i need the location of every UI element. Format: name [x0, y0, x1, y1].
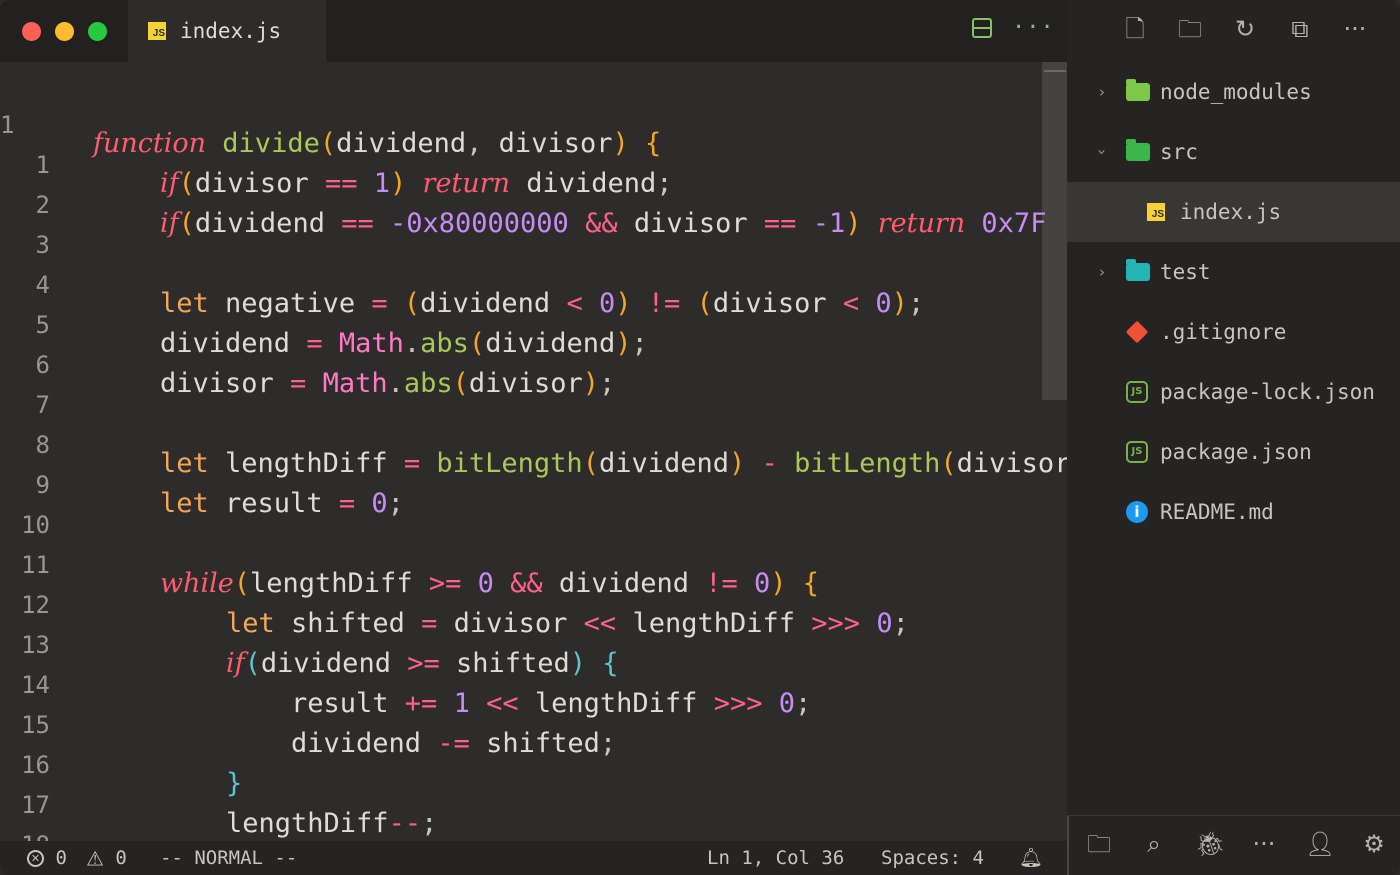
explorer-sidebar: 🗋︎ 🗀︎ ↻ ⧉ ··· › node_modules › src JS in… — [1067, 0, 1400, 875]
new-file-icon[interactable]: 🗋︎ — [1122, 16, 1148, 42]
js-file-icon: JS — [1147, 203, 1165, 221]
code-line[interactable]: 7 — [0, 366, 1067, 419]
tab-label: index.js — [180, 19, 282, 43]
divider — [1067, 816, 1069, 875]
tree-item-test[interactable]: › test — [1067, 242, 1400, 302]
account-icon[interactable]: 👤︎ — [1305, 830, 1335, 858]
explorer-toolbar: 🗋︎ 🗀︎ ↻ ⧉ ··· — [1122, 16, 1368, 42]
code-line[interactable]: 5 dividend = Math.abs(dividend); — [0, 286, 1067, 359]
tab-index-js[interactable]: JS index.js — [128, 0, 326, 62]
tree-item-label: package-lock.json — [1160, 380, 1375, 404]
minimize-window-button[interactable] — [55, 22, 74, 41]
tree-item-node-modules[interactable]: › node_modules — [1067, 62, 1400, 122]
tree-item-gitignore[interactable]: .gitignore — [1067, 302, 1400, 362]
tree-item-index-js[interactable]: JS index.js — [1067, 182, 1400, 242]
tree-item-label: index.js — [1180, 200, 1282, 224]
code-line[interactable]: 12 let shifted = divisor << lengthDiff >… — [0, 566, 1067, 639]
collapse-all-icon[interactable]: ⧉ — [1287, 16, 1313, 42]
warning-icon: ⚠ — [86, 846, 104, 871]
warning-count: 0 — [115, 847, 127, 869]
status-bar: ✕ 0 ⚠ 0 -- NORMAL -- Ln 1, Col 36 Spaces… — [0, 841, 1067, 875]
folder-icon — [1126, 259, 1150, 281]
refresh-icon[interactable]: ↻ — [1232, 16, 1258, 42]
tree-item-label: src — [1160, 140, 1198, 164]
errors-indicator[interactable]: ✕ 0 — [27, 841, 67, 875]
editor-window: JS index.js ··· 1 function divide(divide… — [0, 0, 1400, 875]
more-actions-icon[interactable]: ··· — [1012, 17, 1055, 39]
tree-item-readme[interactable]: i README.md — [1067, 482, 1400, 542]
nodejs-icon: JS — [1126, 441, 1148, 463]
tree-item-label: .gitignore — [1160, 320, 1287, 344]
maximize-window-button[interactable] — [88, 22, 107, 41]
js-file-icon: JS — [148, 22, 166, 40]
more-icon[interactable]: ··· — [1342, 16, 1368, 42]
tree-item-package-lock[interactable]: JS package-lock.json — [1067, 362, 1400, 422]
search-icon[interactable]: ⌕ — [1140, 830, 1168, 858]
git-icon — [1125, 320, 1149, 344]
nodejs-icon: JS — [1126, 381, 1148, 403]
code-line[interactable]: 13 if(dividend >= shifted) { — [0, 606, 1067, 679]
code-line[interactable]: 9 let result = 0; — [0, 446, 1067, 519]
bell-icon[interactable]: 🔔︎ — [1019, 841, 1043, 875]
code-line[interactable]: 4 let negative = (dividend < 0) != (divi… — [0, 246, 1067, 319]
activity-bar: 🗀︎ ⌕ 🐞︎ ··· 👤︎ ⚙︎ — [1067, 815, 1400, 875]
settings-sliders-icon[interactable]: ⚙︎ — [1360, 830, 1388, 858]
title-bar: JS index.js ··· — [0, 0, 1067, 62]
tree-item-src[interactable]: › src — [1067, 122, 1400, 182]
indentation-setting[interactable]: Spaces: 4 — [881, 841, 984, 875]
code-line[interactable]: 14 result += 1 << lengthDiff >>> 0; — [0, 646, 1067, 719]
code-line[interactable]: 10 — [0, 486, 1067, 539]
editor-actions: ··· — [972, 17, 1055, 39]
debug-icon[interactable]: 🐞︎ — [1195, 830, 1225, 858]
code-editor[interactable]: 1 function divide(dividend, divisor) { 1… — [0, 62, 1067, 841]
code-line[interactable]: 16 } — [0, 726, 1067, 799]
code-line[interactable]: 6 divisor = Math.abs(divisor); — [0, 326, 1067, 399]
cursor-position[interactable]: Ln 1, Col 36 — [707, 841, 844, 875]
activity-icons: 🗀︎ ⌕ 🐞︎ ··· 👤︎ ⚙︎ — [1085, 830, 1388, 858]
vim-mode: -- NORMAL -- — [160, 847, 298, 869]
error-icon: ✕ — [27, 850, 44, 867]
code-line[interactable]: 1 function divide(dividend, divisor) { — [0, 86, 1067, 159]
folder-icon — [1126, 79, 1150, 101]
more-icon[interactable]: ··· — [1250, 830, 1278, 858]
code-line[interactable]: 15 dividend -= shifted; — [0, 686, 1067, 759]
scrollbar-marker — [1044, 70, 1066, 72]
split-editor-icon[interactable] — [972, 18, 992, 38]
code-line[interactable]: 3 — [0, 206, 1067, 259]
chevron-right-icon: › — [1099, 263, 1105, 281]
code-line[interactable]: 1 if(divisor == 1) return dividend; — [0, 126, 1067, 199]
folder-icon[interactable]: 🗀︎ — [1085, 830, 1113, 858]
folder-open-icon — [1126, 139, 1150, 161]
chevron-right-icon: › — [1099, 83, 1105, 101]
code-line[interactable]: 8 let lengthDiff = bitLength(dividend) -… — [0, 406, 1067, 479]
error-count: 0 — [55, 847, 67, 869]
tree-item-label: test — [1160, 260, 1211, 284]
code-line[interactable]: 18 } — [0, 806, 1067, 841]
code-line[interactable]: 17 lengthDiff--; — [0, 766, 1067, 839]
line-number: 18 — [0, 825, 50, 841]
tree-item-label: README.md — [1160, 500, 1274, 524]
warnings-indicator[interactable]: ⚠ 0 — [86, 841, 127, 875]
tree-item-label: node_modules — [1160, 80, 1312, 104]
chevron-down-icon: › — [1093, 149, 1111, 155]
tree-item-package-json[interactable]: JS package.json — [1067, 422, 1400, 482]
new-folder-icon[interactable]: 🗀︎ — [1177, 16, 1203, 42]
code-line[interactable]: 2 if(dividend == -0x80000000 && divisor … — [0, 166, 1067, 239]
code-line[interactable]: 11 while(lengthDiff >= 0 && dividend != … — [0, 526, 1067, 599]
info-icon: i — [1126, 501, 1148, 523]
tree-item-label: package.json — [1160, 440, 1312, 464]
close-window-button[interactable] — [22, 22, 41, 41]
